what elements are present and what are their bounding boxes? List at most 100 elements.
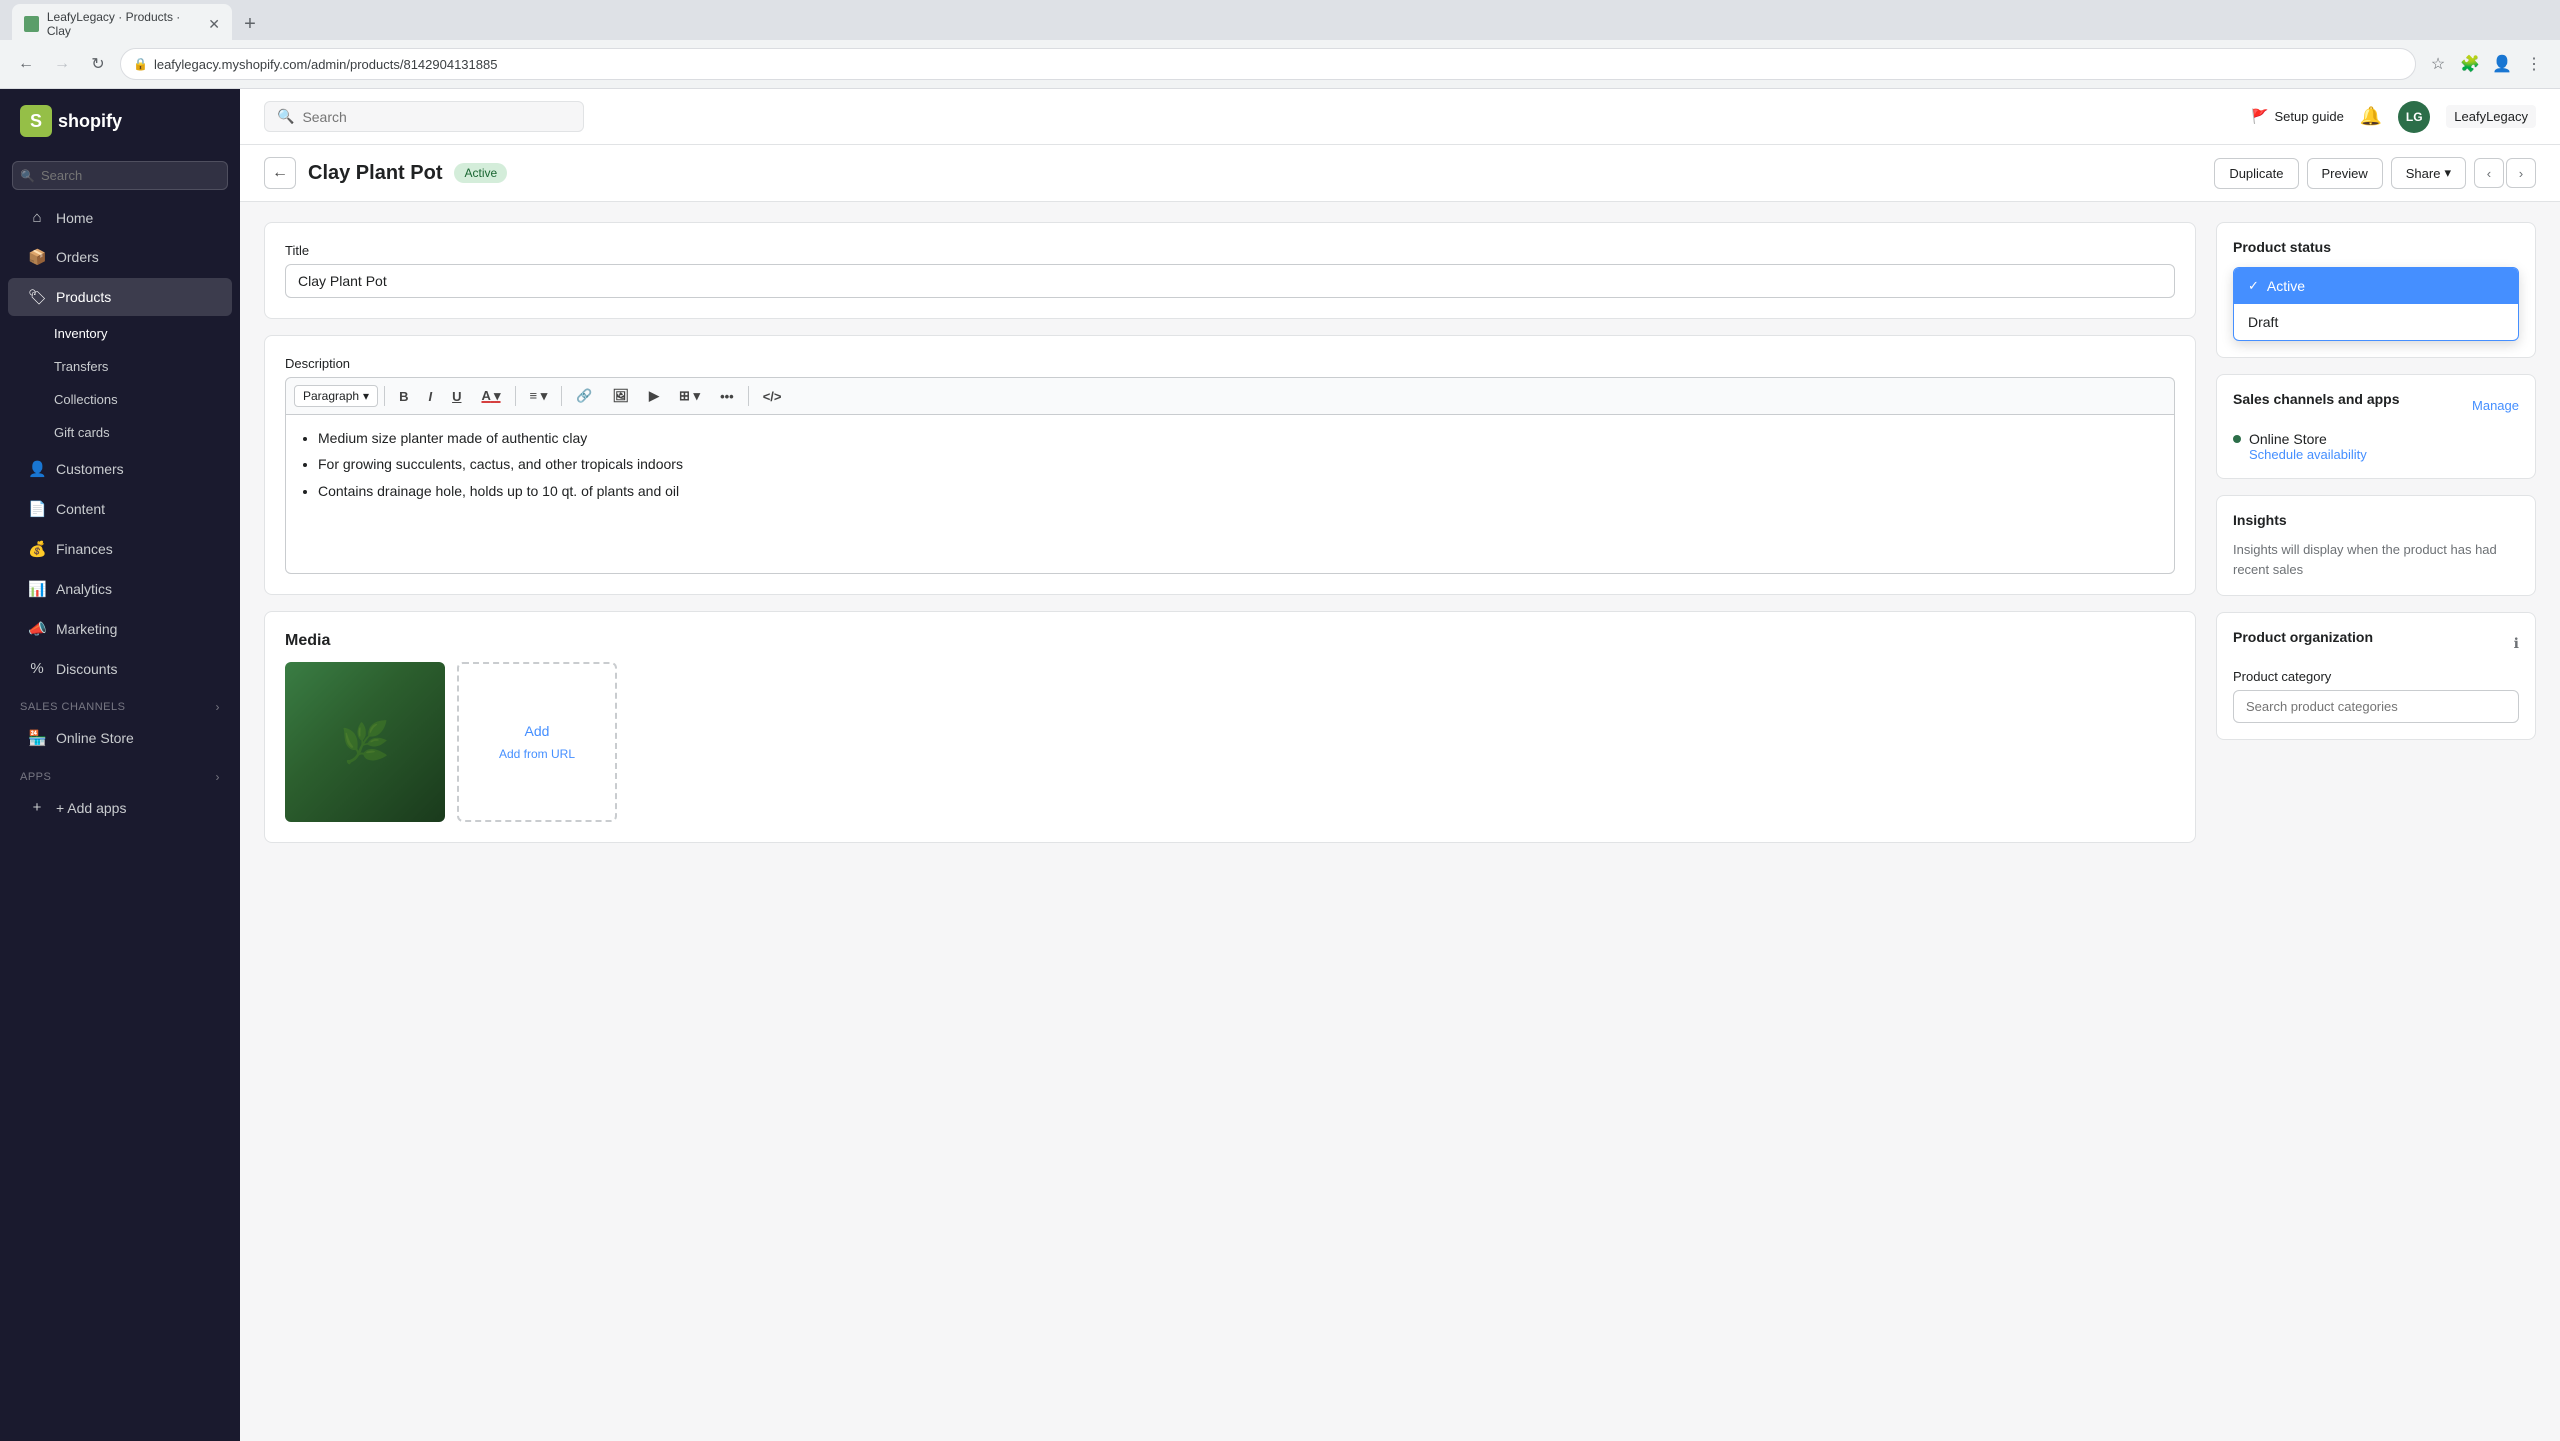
shopify-logo: S shopify bbox=[20, 105, 122, 137]
flag-icon: 🚩 bbox=[2251, 108, 2268, 125]
sidebar-item-customers[interactable]: 👤 Customers bbox=[8, 450, 232, 488]
sales-channels-label: Sales channels bbox=[20, 701, 125, 713]
customers-icon: 👤 bbox=[28, 460, 46, 478]
table-arrow: ▾ bbox=[694, 388, 701, 403]
title-input[interactable] bbox=[285, 264, 2175, 298]
profile-button[interactable]: 👤 bbox=[2488, 50, 2516, 78]
color-chevron: ▾ bbox=[494, 388, 501, 403]
browser-tab[interactable]: LeafyLegacy · Products · Clay ✕ bbox=[12, 4, 232, 44]
search-icon: 🔍 bbox=[277, 108, 294, 125]
code-button[interactable]: </> bbox=[755, 385, 790, 408]
product-org-header: Product organization ℹ bbox=[2233, 629, 2519, 657]
reload-button[interactable]: ↻ bbox=[84, 50, 112, 78]
sidebar-item-home[interactable]: ⌂ Home bbox=[8, 199, 232, 236]
sidebar-item-online-store[interactable]: 🏪 Online Store bbox=[8, 719, 232, 757]
page-header-left: ← Clay Plant Pot Active bbox=[264, 157, 507, 189]
sidebar-item-content[interactable]: 📄 Content bbox=[8, 490, 232, 528]
add-from-url-label: Add from URL bbox=[499, 747, 575, 761]
user-avatar[interactable]: LG bbox=[2398, 101, 2430, 133]
sales-channels-card: Sales channels and apps Manage Online St… bbox=[2216, 374, 2536, 479]
marketing-icon: 📣 bbox=[28, 620, 46, 638]
add-apps-icon: + bbox=[28, 799, 46, 816]
product-org-info-icon[interactable]: ℹ bbox=[2514, 635, 2519, 652]
status-option-draft[interactable]: Draft bbox=[2234, 304, 2518, 340]
notification-icon: 🔔 bbox=[2360, 106, 2382, 126]
align-arrow: ▾ bbox=[541, 388, 548, 403]
italic-button[interactable]: I bbox=[420, 385, 440, 408]
sidebar-sub-transfers[interactable]: Transfers bbox=[8, 351, 232, 382]
media-button[interactable]: ▶ bbox=[641, 384, 667, 408]
category-label: Product category bbox=[2233, 669, 2519, 684]
description-item-3: Contains drainage hole, holds up to 10 q… bbox=[318, 480, 2162, 502]
sidebar-item-products[interactable]: 🏷 Products bbox=[8, 278, 232, 316]
bold-button[interactable]: B bbox=[391, 385, 416, 408]
sidebar-item-discounts[interactable]: % Discounts bbox=[8, 650, 232, 687]
status-dropdown[interactable]: ✓ Active Draft bbox=[2233, 267, 2519, 341]
prev-product-button[interactable]: ‹ bbox=[2474, 158, 2504, 188]
app-search[interactable]: 🔍 bbox=[264, 101, 584, 132]
media-section-title: Media bbox=[285, 632, 2175, 650]
manage-link[interactable]: Manage bbox=[2472, 398, 2519, 413]
back-button[interactable]: ← bbox=[12, 50, 40, 78]
align-button[interactable]: ≡ ▾ bbox=[522, 384, 556, 408]
media-item-1[interactable]: 🌿 bbox=[285, 662, 445, 822]
underline-button[interactable]: U bbox=[444, 385, 469, 408]
paragraph-select[interactable]: Paragraph ▾ bbox=[294, 385, 378, 407]
share-button[interactable]: Share ▾ bbox=[2391, 157, 2466, 189]
notification-button[interactable]: 🔔 bbox=[2360, 106, 2382, 127]
bookmark-button[interactable]: ☆ bbox=[2424, 50, 2452, 78]
forward-button[interactable]: → bbox=[48, 50, 76, 78]
more-button[interactable]: ••• bbox=[712, 385, 742, 408]
sidebar-item-orders[interactable]: 📦 Orders bbox=[8, 238, 232, 276]
sidebar-item-finances[interactable]: 💰 Finances bbox=[8, 530, 232, 568]
text-color-button[interactable]: A ▾ bbox=[473, 384, 508, 408]
browser-chrome: LeafyLegacy · Products · Clay ✕ + ← → ↻ … bbox=[0, 0, 2560, 89]
status-option-active[interactable]: ✓ Active bbox=[2234, 268, 2518, 304]
search-input[interactable] bbox=[302, 109, 571, 125]
category-search-input[interactable] bbox=[2233, 690, 2519, 723]
status-badge: Active bbox=[454, 163, 507, 183]
sidebar-item-analytics[interactable]: 📊 Analytics bbox=[8, 570, 232, 608]
sidebar-item-marketing[interactable]: 📣 Marketing bbox=[8, 610, 232, 648]
schedule-link[interactable]: Schedule availability bbox=[2249, 447, 2367, 462]
editor-toolbar: Paragraph ▾ B I U A ▾ ≡ bbox=[285, 377, 2175, 414]
draft-label: Draft bbox=[2248, 314, 2278, 330]
description-editor[interactable]: Medium size planter made of authentic cl… bbox=[285, 414, 2175, 574]
apps-arrow[interactable]: › bbox=[216, 770, 221, 784]
add-media-button-label: Add bbox=[525, 723, 550, 739]
sidebar-sub-gift-cards[interactable]: Gift cards bbox=[8, 417, 232, 448]
more-options-button[interactable]: ⋮ bbox=[2520, 50, 2548, 78]
product-org-title: Product organization bbox=[2233, 629, 2373, 645]
link-button[interactable]: 🔗 bbox=[568, 384, 600, 408]
image-button[interactable]: 🖼 bbox=[604, 384, 637, 408]
sidebar-item-content-label: Content bbox=[56, 501, 105, 517]
sidebar-sub-gift-cards-label: Gift cards bbox=[54, 425, 110, 440]
back-button[interactable]: ← bbox=[264, 157, 296, 189]
sidebar-item-add-apps[interactable]: + + Add apps bbox=[8, 789, 232, 826]
media-add-placeholder[interactable]: Add Add from URL bbox=[457, 662, 617, 822]
description-list: Medium size planter made of authentic cl… bbox=[298, 427, 2162, 502]
sidebar-sub-collections[interactable]: Collections bbox=[8, 384, 232, 415]
user-initials: LG bbox=[2406, 110, 2423, 124]
sales-channels-arrow[interactable]: › bbox=[216, 700, 221, 714]
setup-guide-button[interactable]: 🚩 Setup guide bbox=[2251, 108, 2344, 125]
table-button[interactable]: ⊞ ▾ bbox=[671, 384, 708, 408]
product-status-title: Product status bbox=[2233, 239, 2519, 255]
main-content: 🔍 🚩 Setup guide 🔔 LG LeafyLegacy ← bbox=[240, 89, 2560, 1441]
online-store-row: Online Store Schedule availability bbox=[2233, 431, 2519, 462]
store-name: LeafyLegacy bbox=[2446, 105, 2536, 128]
address-bar[interactable]: 🔒 leafylegacy.myshopify.com/admin/produc… bbox=[120, 48, 2416, 80]
duplicate-button[interactable]: Duplicate bbox=[2214, 158, 2298, 189]
extensions-button[interactable]: 🧩 bbox=[2456, 50, 2484, 78]
header-right: 🚩 Setup guide 🔔 LG LeafyLegacy bbox=[2251, 101, 2536, 133]
preview-button[interactable]: Preview bbox=[2307, 158, 2383, 189]
tab-close-button[interactable]: ✕ bbox=[208, 16, 220, 33]
content-icon: 📄 bbox=[28, 500, 46, 518]
sidebar-sub-inventory[interactable]: Inventory bbox=[8, 318, 232, 349]
next-product-button[interactable]: › bbox=[2506, 158, 2536, 188]
description-card: Description Paragraph ▾ B I U A ▾ bbox=[264, 335, 2196, 595]
new-tab-button[interactable]: + bbox=[236, 10, 264, 38]
active-dot bbox=[2233, 435, 2241, 443]
sidebar-search-input[interactable] bbox=[12, 161, 228, 190]
apps-label: Apps bbox=[20, 771, 51, 783]
